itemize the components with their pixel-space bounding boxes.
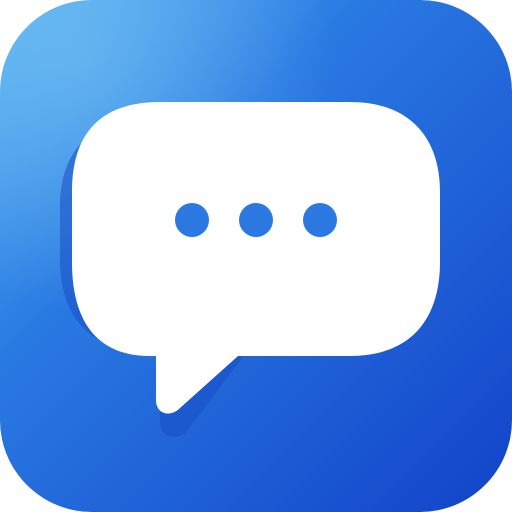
ellipsis-icon <box>175 203 337 237</box>
ellipsis-dot <box>239 203 273 237</box>
ellipsis-dot <box>175 203 209 237</box>
chat-app-icon[interactable] <box>0 0 512 512</box>
ellipsis-dot <box>303 203 337 237</box>
chat-app-icon-graphic <box>0 0 512 512</box>
